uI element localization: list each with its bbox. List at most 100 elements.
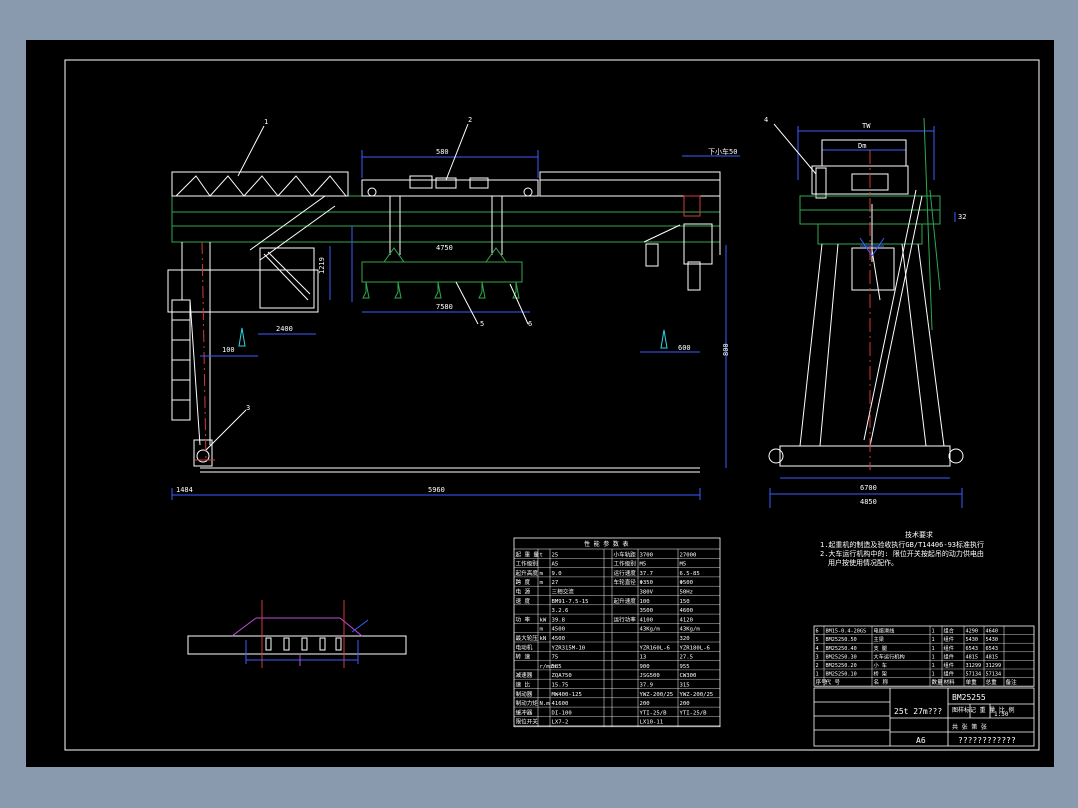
- parts-cell: 4815: [966, 654, 979, 660]
- parts-cell: 57134: [986, 672, 1002, 678]
- spec-cell: 380V: [640, 590, 654, 596]
- dim-hook-right: 600: [678, 344, 691, 352]
- spec-cell: YWZ-200/25: [640, 692, 674, 698]
- spec-cell: M5: [680, 562, 687, 568]
- spec-cell: 39.8: [552, 617, 566, 623]
- spec-cell: 限位开关: [516, 718, 539, 726]
- cad-drawing-canvas: 1 2 3 5 6 5960 580 2400 7580 4750 1484 1…: [26, 40, 1054, 767]
- spec-cell: 27: [552, 580, 559, 586]
- spec-cell: 4120: [680, 617, 693, 623]
- parts-header-cell: 代 号: [826, 678, 841, 686]
- spec-cell: 100: [640, 599, 650, 605]
- note-small: 下小车50: [708, 147, 737, 156]
- parts-cell: 组件: [944, 661, 954, 669]
- spec-cell: ZQA750: [552, 673, 572, 679]
- spec-cell: 3700: [640, 552, 653, 558]
- callout-3: 3: [246, 404, 250, 412]
- spec-cell: 315: [680, 683, 690, 689]
- dim-right-height: 800: [722, 343, 730, 356]
- scale-value: 1:50: [994, 711, 1009, 718]
- spec-cell: t: [540, 552, 543, 558]
- parts-cell: 1: [816, 672, 819, 678]
- callout-5: 5: [480, 320, 484, 328]
- spec-cell: 3500: [640, 608, 653, 614]
- spec-cell: YZR180L-6: [680, 645, 710, 651]
- dim-cantilever: 2400: [276, 325, 293, 333]
- spec-cell: 减速器: [516, 671, 533, 679]
- spec-cell: 3.2.6: [552, 608, 569, 614]
- spec-cell: 585: [552, 664, 562, 670]
- spec-cell: 955: [680, 664, 690, 670]
- spec-cell: 41600: [552, 701, 569, 707]
- notes-title: 技术要求: [905, 530, 933, 539]
- spec-cell: 电动机: [516, 643, 533, 651]
- dim-lower-left: 1484: [176, 486, 193, 494]
- parts-header-cell: 单重: [966, 678, 978, 686]
- parts-cell: 支 腿: [874, 644, 888, 652]
- spec-cell: 运行速度: [614, 569, 637, 577]
- notes-line-3: 用户按使用情况配作。: [828, 558, 898, 567]
- dim-spreader-len: 7580: [436, 303, 453, 311]
- parts-cell: 6543: [966, 646, 979, 652]
- parts-cell: 5430: [966, 637, 979, 643]
- parts-cell: 2: [816, 663, 819, 669]
- spec-cell: 4500: [552, 627, 565, 633]
- spec-cell: 电 源: [516, 588, 531, 596]
- spec-cell: 工作级别: [614, 560, 637, 568]
- notes-line-2: 2.大车运行机构中的: 限位开关按起吊的动力供电由: [820, 549, 984, 558]
- spec-cell: 制动器: [516, 690, 533, 698]
- spec-cell: 9.0: [552, 571, 562, 577]
- parts-cell: 57134: [966, 672, 982, 678]
- drawing-name: 25t 27m???: [894, 707, 942, 716]
- spec-cell: JSG500: [640, 673, 660, 679]
- spec-cell: 转 速: [516, 653, 531, 661]
- parts-cell: 1: [932, 672, 935, 678]
- parts-cell: 桥 架: [874, 670, 888, 678]
- callout-4: 4: [764, 116, 768, 124]
- spec-cell: 25: [552, 552, 559, 558]
- parts-cell: 4290: [966, 629, 979, 635]
- parts-header-cell: 数量: [932, 678, 944, 686]
- spec-cell: MW400-125: [552, 692, 582, 698]
- spec-cell: 200: [640, 701, 650, 707]
- parts-cell: BM25250.50: [826, 637, 857, 643]
- spec-cell: 制动力矩: [516, 699, 539, 707]
- parts-header-cell: 材料: [944, 678, 956, 686]
- parts-cell: 1: [932, 646, 935, 652]
- parts-cell: 电缆滑线: [874, 627, 895, 635]
- dim-side-top: TW: [862, 122, 871, 130]
- spec-cell: 320: [680, 636, 690, 642]
- drawing-mark: A6: [916, 736, 926, 745]
- spec-cell: Φ500: [680, 580, 693, 586]
- parts-cell: 4: [816, 646, 819, 652]
- spec-cell: 速 度: [516, 597, 531, 605]
- spec-cell: 13: [640, 655, 647, 661]
- spec-cell: 15.75: [552, 683, 569, 689]
- parts-cell: 小 车: [874, 661, 888, 669]
- spec-cell: DI-100: [552, 710, 572, 716]
- spec-cell: 43Kg/m: [680, 627, 701, 633]
- parts-cell: 4640: [986, 629, 999, 635]
- parts-cell: 大车运行机构: [874, 652, 905, 660]
- spec-cell: 6.5-85: [680, 571, 700, 577]
- spec-cell: Φ350: [640, 580, 653, 586]
- parts-cell: 1: [932, 654, 935, 660]
- spec-cell: kW: [540, 617, 547, 623]
- spec-cell: 75: [552, 655, 559, 661]
- spec-cell: 43Kg/m: [640, 627, 661, 633]
- spec-cell: kN: [540, 636, 547, 642]
- callout-2: 2: [468, 116, 472, 124]
- parts-cell: 组件: [944, 644, 954, 652]
- spec-cell: M5: [640, 562, 647, 568]
- spec-cell: LX10-11: [640, 720, 664, 726]
- spec-cell: 最大轮压: [516, 634, 539, 642]
- spec-cell: YZR315M-10: [552, 645, 586, 651]
- parts-cell: 组件: [944, 635, 954, 643]
- callout-1: 1: [264, 118, 268, 126]
- company-name: ????????????: [958, 736, 1016, 745]
- notes-line-1: 1.起重机的制造及验收执行GB/T14406-93标准执行: [820, 540, 984, 549]
- spec-cell: YZR160L-6: [640, 645, 670, 651]
- parts-cell: BM25250.10: [826, 672, 857, 678]
- spec-cell: A5: [552, 562, 559, 568]
- parts-cell: 6543: [986, 646, 999, 652]
